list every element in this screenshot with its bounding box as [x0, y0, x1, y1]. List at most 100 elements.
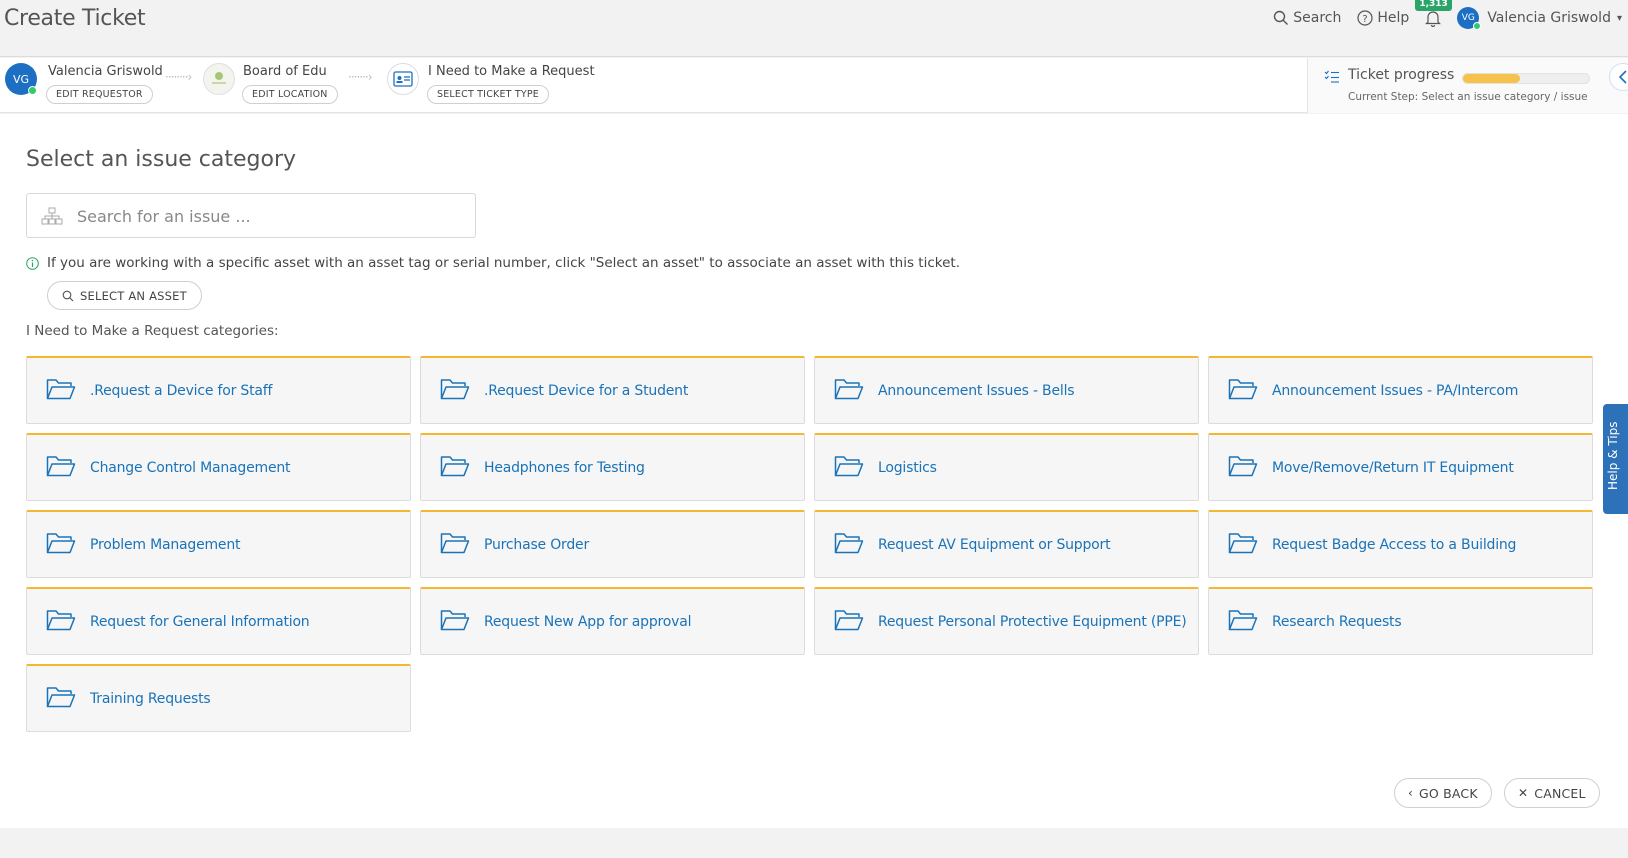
category-label: Announcement Issues - PA/Intercom: [1272, 382, 1519, 399]
category-card[interactable]: Problem Management: [26, 510, 411, 578]
folder-icon: [46, 454, 76, 482]
category-label: Request for General Information: [90, 613, 310, 630]
step-arrow-icon: ········›: [165, 70, 192, 84]
select-asset-label: SELECT AN ASSET: [80, 288, 187, 303]
category-label: Research Requests: [1272, 613, 1402, 630]
bell-icon: [1425, 10, 1442, 27]
user-name: Valencia Griswold: [1487, 10, 1611, 26]
edit-location-button[interactable]: EDIT LOCATION: [242, 85, 338, 104]
select-asset-button[interactable]: SELECT AN ASSET: [47, 281, 202, 310]
folder-icon: [46, 685, 76, 713]
category-card[interactable]: Headphones for Testing: [420, 433, 805, 501]
svg-text:?: ?: [1363, 14, 1368, 25]
category-label: .Request Device for a Student: [484, 382, 689, 399]
folder-icon: [834, 454, 864, 482]
help-icon: ?: [1357, 10, 1373, 26]
ticket-progress-label: Ticket progress: [1348, 67, 1455, 83]
folder-icon: [834, 608, 864, 636]
issue-search-box: [26, 193, 476, 238]
category-label: Logistics: [878, 459, 937, 476]
wizard-steps-bar: VG Valencia Griswold EDIT REQUESTOR ····…: [0, 58, 1628, 113]
step-requestor: VG Valencia Griswold EDIT REQUESTOR: [0, 58, 180, 113]
category-card[interactable]: .Request Device for a Student: [420, 356, 805, 424]
go-back-label: GO BACK: [1419, 785, 1478, 801]
folder-icon: [440, 454, 470, 482]
help-and-tips-tab[interactable]: Help & Tips: [1603, 404, 1628, 514]
location-logo: [203, 63, 235, 95]
caret-down-icon: ▾: [1616, 12, 1622, 24]
go-back-button[interactable]: ‹ GO BACK: [1394, 778, 1492, 808]
user-avatar: VG: [1457, 7, 1482, 30]
folder-icon: [1228, 608, 1258, 636]
category-card[interactable]: Request New App for approval: [420, 587, 805, 655]
category-card[interactable]: Request Personal Protective Equipment (P…: [814, 587, 1199, 655]
notifications-button[interactable]: 1,313: [1415, 0, 1452, 27]
category-card[interactable]: Request for General Information: [26, 587, 411, 655]
category-label: Request New App for approval: [484, 613, 692, 630]
collapse-panel-button[interactable]: [1609, 63, 1628, 91]
category-label: Request AV Equipment or Support: [878, 536, 1111, 553]
category-card[interactable]: Training Requests: [26, 664, 411, 732]
category-card[interactable]: Logistics: [814, 433, 1199, 501]
category-card[interactable]: Change Control Management: [26, 433, 411, 501]
category-label: Move/Remove/Return IT Equipment: [1272, 459, 1514, 476]
categories-heading: I Need to Make a Request categories:: [26, 323, 279, 339]
ticket-type-icon: [387, 63, 419, 95]
folder-icon: [46, 608, 76, 636]
top-right-nav: Search ? Help 1,313 VG Valencia Griswold…: [1273, 0, 1628, 36]
search-link-label: Search: [1293, 10, 1342, 26]
category-label: Headphones for Testing: [484, 459, 645, 476]
asset-info-line: If you are working with a specific asset…: [26, 255, 960, 271]
requestor-initials: VG: [12, 72, 30, 86]
chevron-left-icon: ‹: [1408, 786, 1413, 800]
category-card[interactable]: Purchase Order: [420, 510, 805, 578]
folder-icon: [440, 531, 470, 559]
search-icon: [62, 290, 74, 301]
category-card[interactable]: Request AV Equipment or Support: [814, 510, 1199, 578]
requestor-name: Valencia Griswold: [48, 64, 163, 79]
folder-icon: [440, 608, 470, 636]
help-tab-label: Help & Tips: [1606, 421, 1620, 490]
ticket-progress-panel: Ticket progress Current Step: Select an …: [1307, 58, 1628, 113]
main-content: Select an issue category If you are work…: [0, 114, 1628, 828]
asset-info-text: If you are working with a specific asset…: [47, 255, 960, 271]
category-card[interactable]: Move/Remove/Return IT Equipment: [1208, 433, 1593, 501]
category-card[interactable]: .Request a Device for Staff: [26, 356, 411, 424]
folder-icon: [46, 377, 76, 405]
issue-search-input[interactable]: [77, 202, 467, 230]
footer-strip: [0, 828, 1628, 858]
search-link[interactable]: Search: [1273, 10, 1341, 26]
category-card[interactable]: Request Badge Access to a Building: [1208, 510, 1593, 578]
folder-icon: [440, 377, 470, 405]
ticket-progress-fill: [1463, 74, 1520, 83]
top-bar: Create Ticket Search ? Help 1,313 VG Val…: [0, 0, 1628, 57]
step-location: Board of Edu EDIT LOCATION: [200, 58, 360, 113]
select-ticket-type-button[interactable]: SELECT TICKET TYPE: [427, 85, 550, 104]
user-initials: VG: [1461, 13, 1475, 23]
edit-requestor-button[interactable]: EDIT REQUESTOR: [46, 85, 153, 104]
search-icon: [1274, 10, 1289, 25]
close-icon: ✕: [1518, 786, 1529, 800]
cancel-button[interactable]: ✕ CANCEL: [1504, 778, 1600, 808]
category-card[interactable]: Announcement Issues - PA/Intercom: [1208, 356, 1593, 424]
category-card[interactable]: Research Requests: [1208, 587, 1593, 655]
folder-icon: [1228, 377, 1258, 405]
section-title: Select an issue category: [26, 147, 297, 172]
category-card[interactable]: Announcement Issues - Bells: [814, 356, 1199, 424]
category-grid: .Request a Device for Staff .Request Devi…: [26, 356, 1594, 732]
ticket-progress-bar: [1462, 73, 1590, 84]
step-arrow-icon: ·······›: [348, 70, 372, 84]
requestor-status-dot: [28, 86, 37, 95]
category-label: Training Requests: [90, 690, 211, 707]
current-step-prefix: Current Step:: [1348, 91, 1419, 103]
help-link[interactable]: ? Help: [1357, 10, 1409, 26]
user-menu[interactable]: VG Valencia Griswold ▾: [1457, 7, 1622, 30]
notification-count-badge: 1,313: [1415, 0, 1452, 11]
folder-icon: [1228, 454, 1258, 482]
category-label: .Request a Device for Staff: [90, 382, 273, 399]
cancel-label: CANCEL: [1534, 785, 1586, 801]
step-ticket-type: I Need to Make a Request SELECT TICKET T…: [385, 58, 595, 113]
folder-icon: [834, 531, 864, 559]
hierarchy-icon: [41, 207, 63, 225]
category-label: Request Badge Access to a Building: [1272, 536, 1517, 553]
